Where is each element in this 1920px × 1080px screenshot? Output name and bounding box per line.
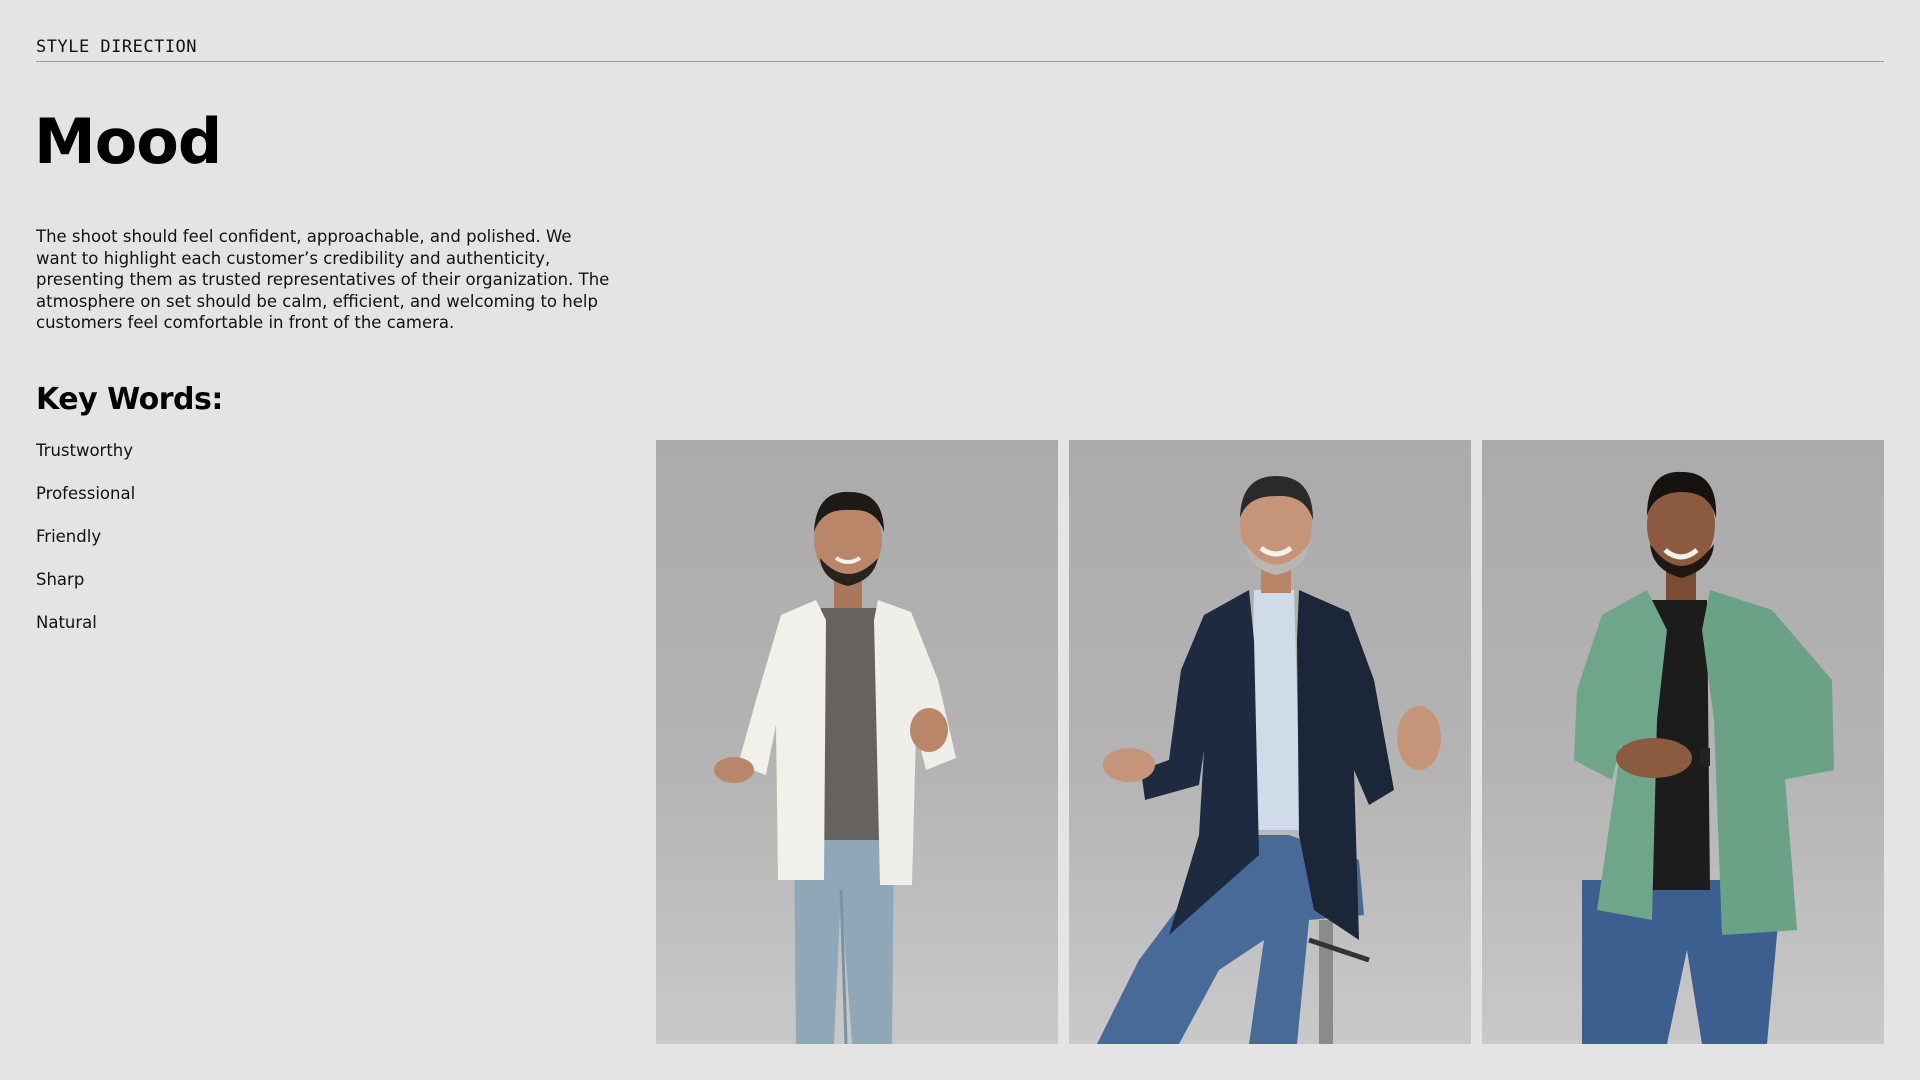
keyword-item: Sharp (36, 570, 85, 589)
photo-white-shirt-man (656, 440, 1058, 1044)
keywords-list: Trustworthy Professional Friendly Sharp … (36, 440, 135, 655)
keyword-item: Trustworthy (36, 441, 134, 460)
keyword-item: Friendly (36, 527, 102, 546)
photo-navy-blazer-man (1069, 440, 1471, 1044)
section-label: STYLE DIRECTION (36, 37, 198, 57)
photo-green-blazer-man (1482, 440, 1884, 1044)
mood-description: The shoot should feel confident, approac… (36, 227, 610, 332)
page-title: Mood (34, 105, 222, 178)
keyword-item: Natural (36, 613, 97, 632)
header-divider (36, 61, 1884, 62)
keyword-item: Professional (36, 484, 136, 503)
keywords-heading: Key Words: (36, 382, 223, 417)
